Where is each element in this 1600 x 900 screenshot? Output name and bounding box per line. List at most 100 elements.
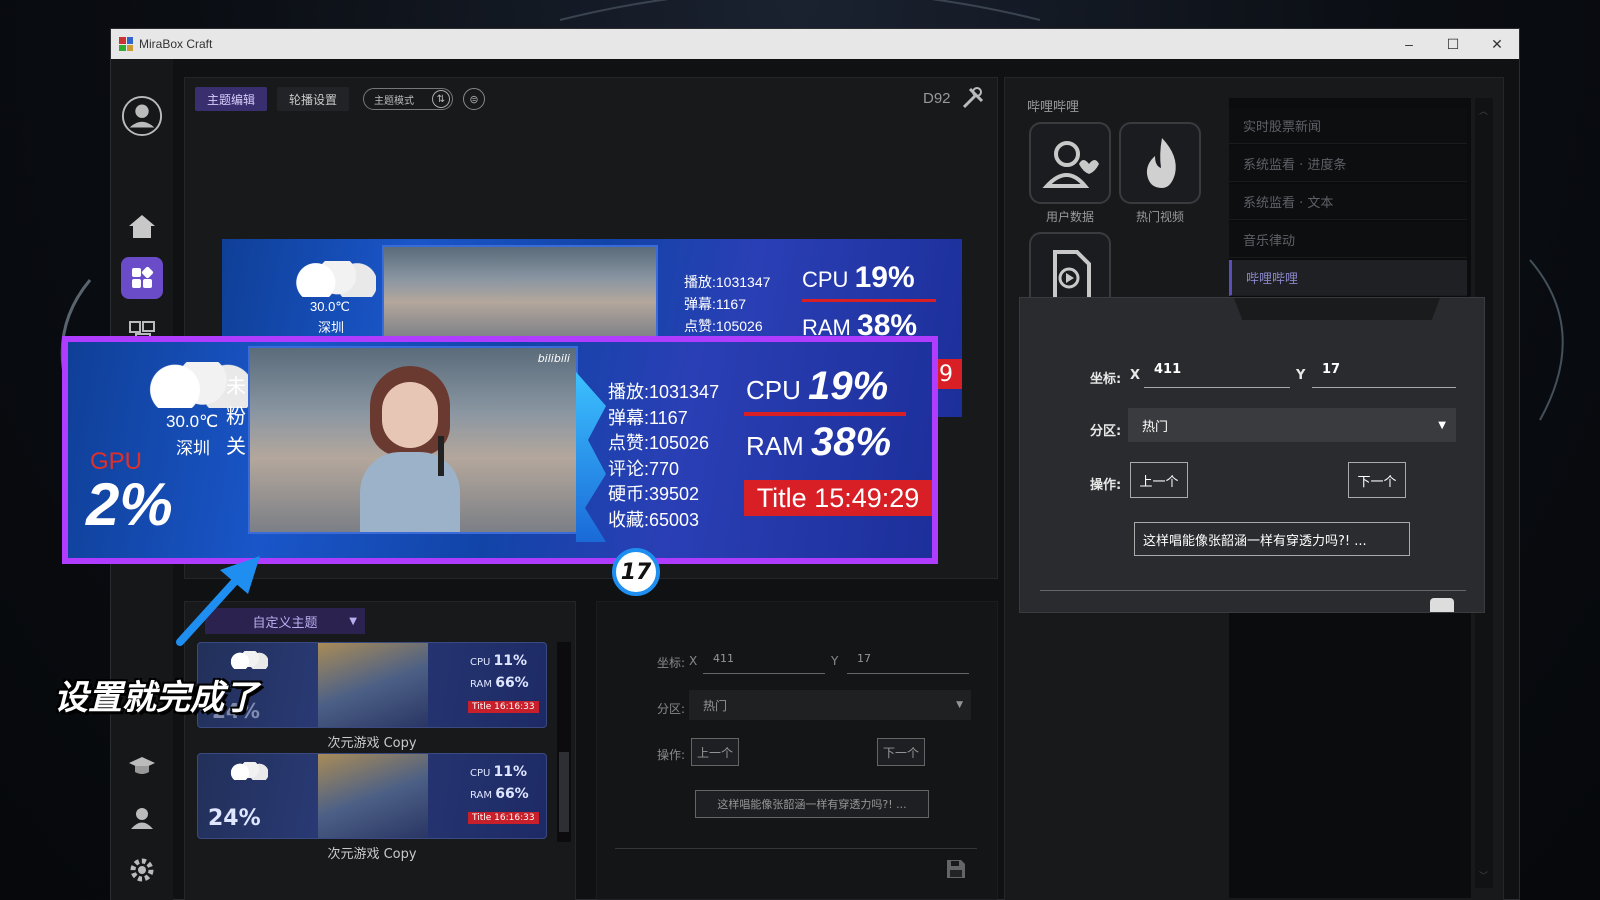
singer-dress [360, 452, 460, 532]
action-label: 操作: [657, 748, 686, 762]
chevron-down-icon: ▼ [349, 615, 357, 627]
window-title: MiraBox Craft [139, 37, 213, 51]
action-label: 操作: [1090, 478, 1122, 493]
x-label: X [689, 654, 698, 668]
graduation-cap-icon[interactable] [121, 745, 163, 787]
small-city: 深圳 [318, 320, 345, 335]
settings-gear-icon[interactable] [121, 849, 163, 891]
next-button[interactable]: 下一个 [1348, 462, 1406, 498]
prev-button[interactable]: 上一个 [1130, 462, 1188, 498]
theme-cpu: CPU 11% [470, 764, 528, 780]
gpu-value: 2% [86, 471, 173, 538]
plugin-item-progress-monitor[interactable]: 系统监看 · 进度条 [1229, 146, 1467, 182]
cpu-label: CPU [746, 375, 801, 405]
prev-button[interactable]: 上一个 [691, 738, 739, 766]
y-input[interactable]: 17 [1312, 362, 1456, 388]
x-input[interactable]: 411 [1144, 362, 1290, 388]
home-icon[interactable] [121, 205, 163, 247]
maximize-button[interactable]: ☐ [1431, 29, 1475, 59]
popup-notch [1234, 298, 1440, 320]
theme-cpu: CPU 11% [470, 653, 528, 669]
app-logo-icon [119, 37, 133, 51]
tab-theme-edit[interactable]: 主题编辑 [195, 87, 268, 111]
partition-select[interactable]: 热门 ▼ [689, 690, 971, 720]
theme-ram: RAM 66% [470, 675, 529, 691]
lower-settings-panel: 坐标: X 411 Y 17 分区: 热门 ▼ 操作: 上一个 下一个 这样唱能像… [596, 601, 998, 900]
divider [615, 848, 977, 849]
video-thumbnail: bilibili [248, 346, 578, 534]
x-label: X [1130, 368, 1141, 383]
avatar[interactable] [121, 95, 163, 137]
y-label: Y [1296, 368, 1306, 383]
bilibili-watermark: bilibili [537, 352, 570, 365]
divider [1040, 590, 1466, 591]
close-button[interactable]: ✕ [1475, 29, 1519, 59]
next-button[interactable]: 下一个 [877, 738, 925, 766]
theme-list-scrollbar[interactable] [557, 642, 571, 842]
chevron-down-icon: ▼ [956, 700, 963, 710]
video-file-icon [1053, 250, 1091, 302]
stat-coins: 硬币:39502 [608, 484, 700, 504]
theme-art [318, 754, 428, 838]
theme-card-name: 次元游戏 Copy [327, 847, 417, 862]
title-clock: Title 15:49:29 [744, 480, 932, 516]
side-characters: 未 粉 关 [226, 376, 246, 458]
theme-mode-label: 主题模式 [374, 95, 414, 107]
pointer-arrow-icon [170, 552, 270, 652]
plugin-item-text-monitor[interactable]: 系统监看 · 文本 [1229, 184, 1467, 220]
plugin-tile-video-file[interactable] [1029, 232, 1111, 302]
save-icon[interactable] [1430, 598, 1454, 612]
tab-carousel[interactable]: 轮播设置 [277, 87, 350, 111]
user-heart-icon [1042, 141, 1099, 188]
video-title-button[interactable]: 这样唱能像张韶涵一样有穿透力吗?! ... [695, 790, 929, 818]
plugin-item-bilibili[interactable]: 哔哩哔哩 [1229, 260, 1467, 296]
partition-label: 分区: [1090, 424, 1122, 439]
plugin-item-stock-news[interactable]: 实时股票新闻 [1229, 108, 1467, 144]
plugin-tile-user-data[interactable] [1029, 122, 1111, 204]
plugin-section-title: 哔哩哔哩 [1027, 100, 1080, 115]
tools-icon[interactable] [961, 86, 985, 110]
plugin-item-music-rhythm[interactable]: 音乐律动 [1229, 222, 1467, 258]
x-input[interactable]: 411 [703, 652, 825, 674]
tile-label: 用户数据 [1045, 210, 1094, 224]
theme-art [318, 643, 428, 727]
community-icon[interactable] [121, 797, 163, 839]
stat-danmaku: 弹幕:1167 [608, 407, 688, 428]
y-label: Y [831, 654, 839, 668]
bilibili-settings-popup: 坐标: X 411 Y 17 分区: 热门 ▼ 操作: 上一个 下一个 这样唱能像… [1019, 297, 1485, 613]
theme-clock: Title 16:16:33 [468, 701, 539, 713]
save-icon[interactable] [945, 858, 967, 880]
cloud-icon [290, 261, 376, 297]
cpu-value: 19% [808, 364, 889, 408]
refresh-icon[interactable]: ⊜ [463, 88, 485, 110]
small-temperature: 30.0℃ [310, 299, 350, 314]
cpu-ram-divider [744, 412, 906, 416]
plugin-tile-hot-video[interactable] [1119, 122, 1201, 204]
stat-plays: 播放:1031347 [608, 382, 720, 402]
theme-gpu: 24% [208, 806, 261, 831]
theme-mode-toggle[interactable]: 主题模式 ⇅ [363, 88, 453, 110]
small-cpu: CPU 19% [802, 261, 915, 294]
cloud-icon [228, 651, 268, 669]
title-bar: MiraBox Craft – ☐ ✕ [111, 29, 1519, 59]
ram-value: 38% [811, 420, 892, 464]
small-stats: 播放:1031347 弹幕:1167 点赞:105026 [684, 274, 771, 334]
video-caption: 设置就完成了 [54, 678, 258, 718]
partition-label: 分区: [657, 702, 686, 716]
theme-ram: RAM 66% [470, 786, 529, 802]
cloud-icon [228, 762, 268, 780]
tile-label: 热门视频 [1135, 210, 1184, 224]
coord-label: 坐标: [657, 656, 686, 670]
small-video-thumbnail [382, 245, 658, 341]
dashboard-icon[interactable] [121, 257, 163, 299]
chevron-down-icon: ▼ [1438, 419, 1446, 431]
device-name: D92 [923, 90, 951, 107]
partition-select[interactable]: 热门 ▼ [1128, 408, 1456, 442]
y-input[interactable]: 17 [847, 652, 969, 674]
theme-card[interactable]: 24% CPU 11% RAM 66% Title 16:16:33 [197, 753, 547, 839]
video-stats: 播放:1031347 弹幕:1167 点赞:105026 评论:770 硬币:3… [608, 380, 719, 533]
small-divider [802, 299, 936, 302]
minimize-button[interactable]: – [1387, 29, 1431, 59]
stat-likes: 点赞:105026 [608, 433, 710, 453]
video-title-button[interactable]: 这样唱能像张韶涵一样有穿透力吗?! ... [1134, 522, 1410, 556]
